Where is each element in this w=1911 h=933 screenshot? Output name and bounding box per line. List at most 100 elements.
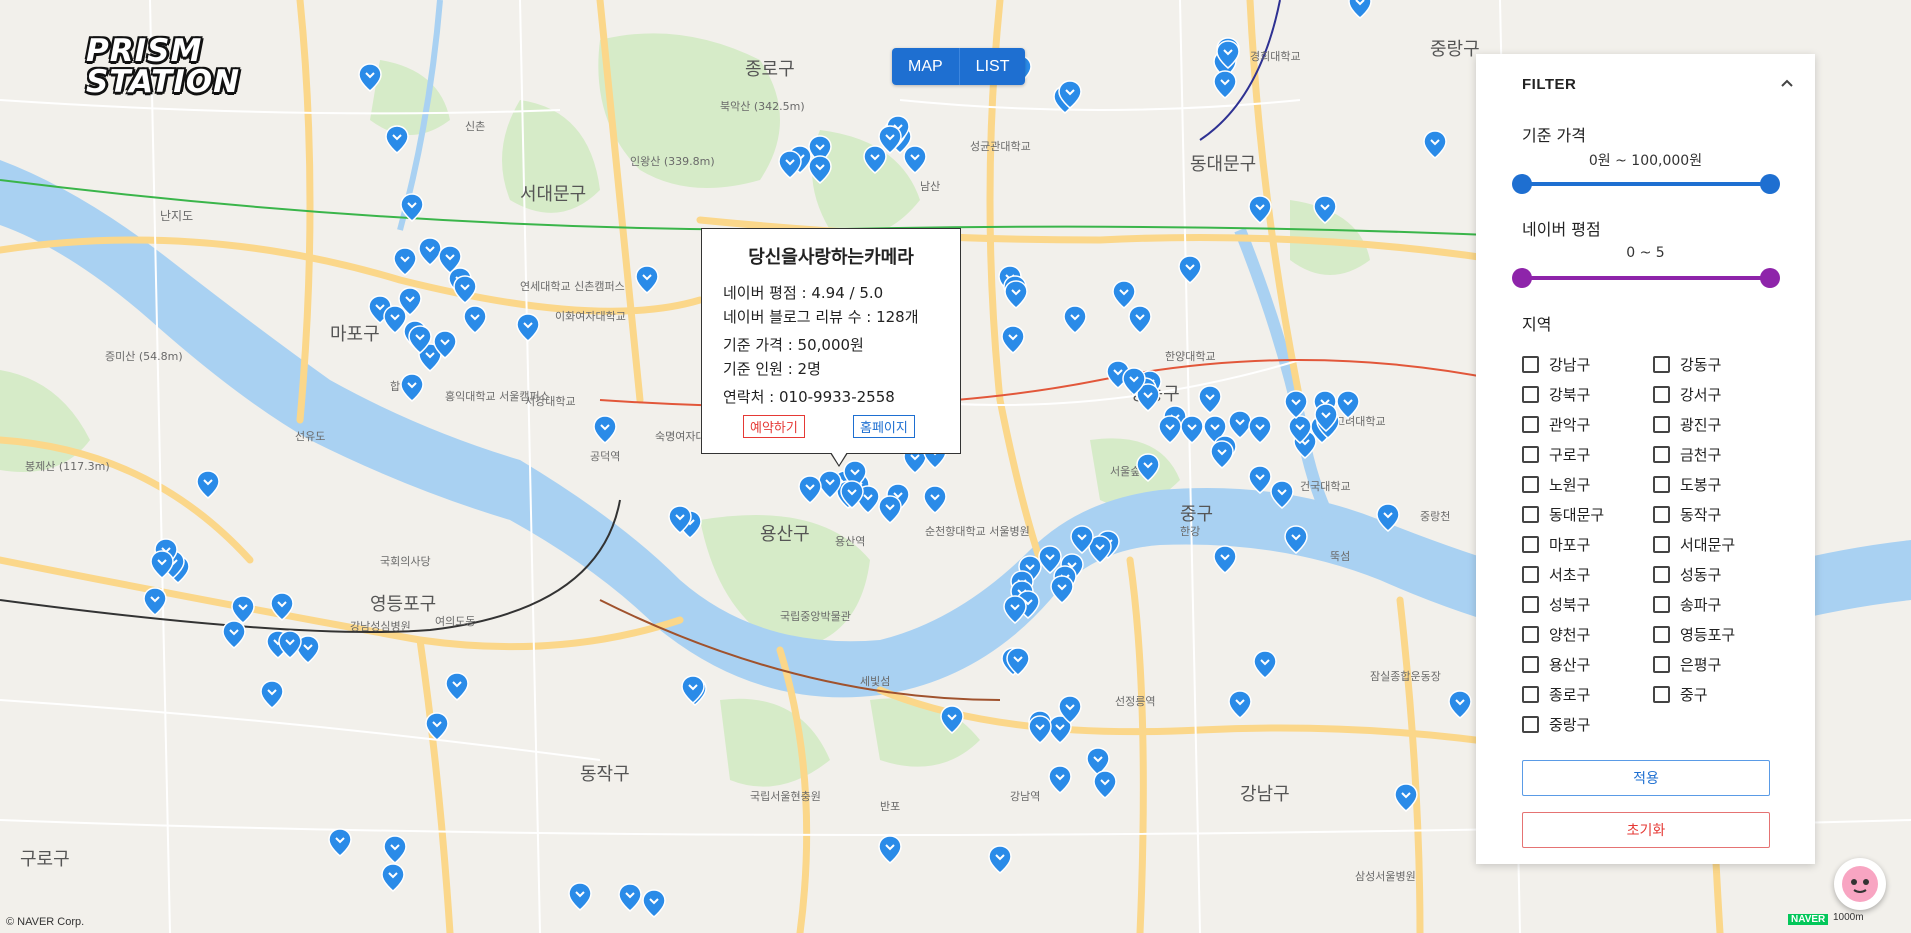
price-max-handle[interactable]	[1760, 174, 1780, 194]
price-min-handle[interactable]	[1512, 174, 1532, 194]
region-name: 금천구	[1680, 445, 1722, 464]
region-name: 양천구	[1549, 625, 1591, 644]
checkbox-icon[interactable]	[1522, 625, 1539, 643]
region-name: 종로구	[1549, 685, 1591, 704]
checkbox-icon[interactable]	[1522, 505, 1539, 523]
checkbox-icon[interactable]	[1653, 595, 1670, 613]
region-checkbox[interactable]: 노원구	[1522, 474, 1590, 494]
price-range-value: 0원 ~ 100,000원	[1588, 153, 1703, 169]
region-checkbox[interactable]: 강남구	[1522, 354, 1590, 374]
filter-title: FILTER	[1522, 76, 1577, 93]
region-name: 서초구	[1549, 565, 1591, 584]
reset-button[interactable]: 초기화	[1522, 812, 1770, 848]
checkbox-icon[interactable]	[1653, 445, 1670, 463]
studio-name: 당신을사랑하는카메라	[748, 247, 914, 268]
region-name: 영등포구	[1680, 625, 1736, 644]
region-name: 동대문구	[1549, 505, 1605, 524]
chat-bot-icon[interactable]	[1834, 858, 1886, 910]
checkbox-icon[interactable]	[1522, 535, 1539, 553]
map-copyright: © NAVER Corp.	[6, 916, 85, 928]
region-checkbox[interactable]: 강북구	[1522, 384, 1590, 404]
region-checkbox[interactable]: 동작구	[1653, 504, 1721, 524]
checkbox-icon[interactable]	[1653, 385, 1670, 403]
region-name: 도봉구	[1680, 475, 1722, 494]
checkbox-icon[interactable]	[1653, 415, 1670, 433]
region-name: 성북구	[1549, 595, 1591, 614]
region-checkbox[interactable]: 중구	[1653, 684, 1708, 704]
region-name: 강동구	[1680, 355, 1722, 374]
region-name: 강북구	[1549, 385, 1591, 404]
region-checkbox[interactable]: 동대문구	[1522, 504, 1604, 524]
region-name: 노원구	[1549, 475, 1591, 494]
studio-reviews: 네이버 블로그 리뷰 수 : 128개	[723, 308, 919, 326]
checkbox-icon[interactable]	[1522, 475, 1539, 493]
checkbox-icon[interactable]	[1522, 415, 1539, 433]
region-label: 지역	[1522, 315, 1552, 334]
checkbox-icon[interactable]	[1653, 565, 1670, 583]
checkbox-icon[interactable]	[1653, 505, 1670, 523]
checkbox-icon[interactable]	[1522, 445, 1539, 463]
region-checkbox[interactable]: 은평구	[1653, 654, 1721, 674]
prism-station-logo[interactable]: PRISM STATION	[86, 33, 239, 102]
region-name: 서대문구	[1680, 535, 1736, 554]
rating-max-handle[interactable]	[1760, 268, 1780, 288]
view-toggle: MAP LIST	[892, 48, 1026, 85]
checkbox-icon[interactable]	[1653, 625, 1670, 643]
logo-line-1: PRISM	[86, 33, 203, 69]
checkbox-icon[interactable]	[1653, 475, 1670, 493]
checkbox-icon[interactable]	[1522, 385, 1539, 403]
checkbox-icon[interactable]	[1522, 565, 1539, 583]
region-name: 송파구	[1680, 595, 1722, 614]
region-checkbox[interactable]: 강서구	[1653, 384, 1721, 404]
checkbox-icon[interactable]	[1653, 655, 1670, 673]
checkbox-icon[interactable]	[1522, 355, 1539, 373]
region-checkbox[interactable]: 양천구	[1522, 624, 1590, 644]
region-checkbox[interactable]: 관악구	[1522, 414, 1590, 434]
region-checkbox[interactable]: 송파구	[1653, 594, 1721, 614]
region-checkbox[interactable]: 금천구	[1653, 444, 1721, 464]
region-checkbox[interactable]: 성동구	[1653, 564, 1721, 584]
checkbox-icon[interactable]	[1522, 685, 1539, 703]
region-name: 성동구	[1680, 565, 1722, 584]
naver-badge: NAVER	[1788, 914, 1829, 925]
region-name: 관악구	[1549, 415, 1591, 434]
region-checkbox[interactable]: 중랑구	[1522, 714, 1590, 734]
region-checkbox[interactable]: 성북구	[1522, 594, 1590, 614]
region-checkbox[interactable]: 종로구	[1522, 684, 1590, 704]
checkbox-icon[interactable]	[1653, 355, 1670, 373]
region-checkbox[interactable]: 강동구	[1653, 354, 1721, 374]
map-view-button[interactable]: MAP	[892, 48, 959, 85]
studio-price: 기준 가격 : 50,000원	[723, 336, 864, 354]
region-checkbox[interactable]: 광진구	[1653, 414, 1721, 434]
region-name: 중구	[1680, 685, 1708, 704]
rating-range-value: 0 ~ 5	[1626, 245, 1665, 261]
region-name: 강서구	[1680, 385, 1722, 404]
apply-button[interactable]: 적용	[1522, 760, 1770, 796]
list-view-button[interactable]: LIST	[958, 48, 1026, 85]
rating-slider[interactable]	[1512, 268, 1780, 288]
studio-people: 기준 인원 : 2명	[723, 360, 821, 378]
checkbox-icon[interactable]	[1522, 655, 1539, 673]
region-name: 은평구	[1680, 655, 1722, 674]
region-name: 용산구	[1549, 655, 1591, 674]
studio-rating: 네이버 평점 : 4.94 / 5.0	[723, 284, 884, 302]
homepage-button[interactable]: 홈페이지	[853, 415, 915, 438]
region-checkbox[interactable]: 구로구	[1522, 444, 1590, 464]
region-checkbox[interactable]: 마포구	[1522, 534, 1590, 554]
rating-min-handle[interactable]	[1512, 268, 1532, 288]
region-checkbox[interactable]: 서대문구	[1653, 534, 1735, 554]
region-checkbox[interactable]: 서초구	[1522, 564, 1590, 584]
checkbox-icon[interactable]	[1653, 685, 1670, 703]
region-name: 구로구	[1549, 445, 1591, 464]
chevron-up-icon[interactable]	[1781, 78, 1793, 90]
checkbox-icon[interactable]	[1522, 595, 1539, 613]
region-checkbox[interactable]: 영등포구	[1653, 624, 1735, 644]
region-name: 강남구	[1549, 355, 1591, 374]
checkbox-icon[interactable]	[1522, 715, 1539, 733]
checkbox-icon[interactable]	[1653, 535, 1670, 553]
reserve-button[interactable]: 예약하기	[743, 415, 805, 438]
region-checkbox[interactable]: 용산구	[1522, 654, 1590, 674]
price-slider[interactable]	[1512, 174, 1780, 194]
price-label: 기준 가격	[1522, 126, 1586, 145]
region-checkbox[interactable]: 도봉구	[1653, 474, 1721, 494]
